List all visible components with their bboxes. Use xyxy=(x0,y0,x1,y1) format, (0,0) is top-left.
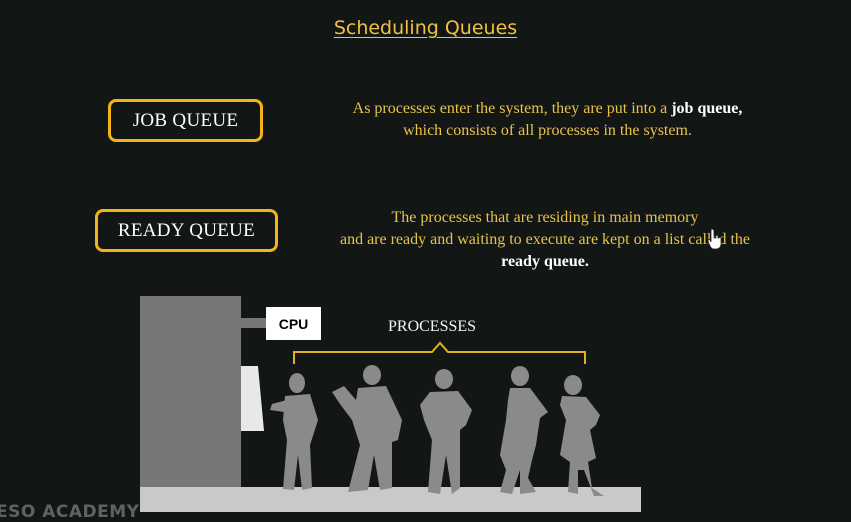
watermark-logo: ESO ACADEMY xyxy=(0,502,140,522)
ready-queue-box: READY QUEUE xyxy=(95,209,278,252)
hand-cursor-icon xyxy=(707,228,722,250)
ready-queue-desc-line-2: and are ready and waiting to execute are… xyxy=(339,231,751,248)
process-silhouette-5 xyxy=(560,375,604,496)
job-queue-box: JOB QUEUE xyxy=(108,99,263,142)
job-queue-desc-text: As processes enter the system, they are … xyxy=(352,100,672,117)
cpu-connector xyxy=(241,318,268,328)
process-silhouette-4 xyxy=(500,366,548,494)
cpu-label-box: CPU xyxy=(266,307,321,340)
process-silhouette-1 xyxy=(270,373,318,490)
process-silhouette-3 xyxy=(420,369,472,494)
ready-queue-desc-bold: ready queue. xyxy=(501,253,589,270)
cpu-screen xyxy=(241,366,264,431)
cpu-label: CPU xyxy=(278,315,309,332)
ready-queue-label: READY QUEUE xyxy=(117,219,256,241)
process-silhouette-2 xyxy=(332,365,402,492)
ready-queue-desc-line-1: The processes that are residing in main … xyxy=(391,209,699,226)
cpu-machine xyxy=(140,296,241,488)
job-queue-desc-text-2: which consists of all processes in the s… xyxy=(403,122,692,139)
job-queue-description: As processes enter the system, they are … xyxy=(310,98,785,142)
slide-title: Scheduling Queues xyxy=(333,17,518,39)
job-queue-label: JOB QUEUE xyxy=(132,109,239,131)
processes-brace xyxy=(293,341,586,364)
processes-label: PROCESSES xyxy=(388,318,477,335)
job-queue-desc-bold: job queue, xyxy=(671,100,743,117)
floor xyxy=(140,487,641,512)
